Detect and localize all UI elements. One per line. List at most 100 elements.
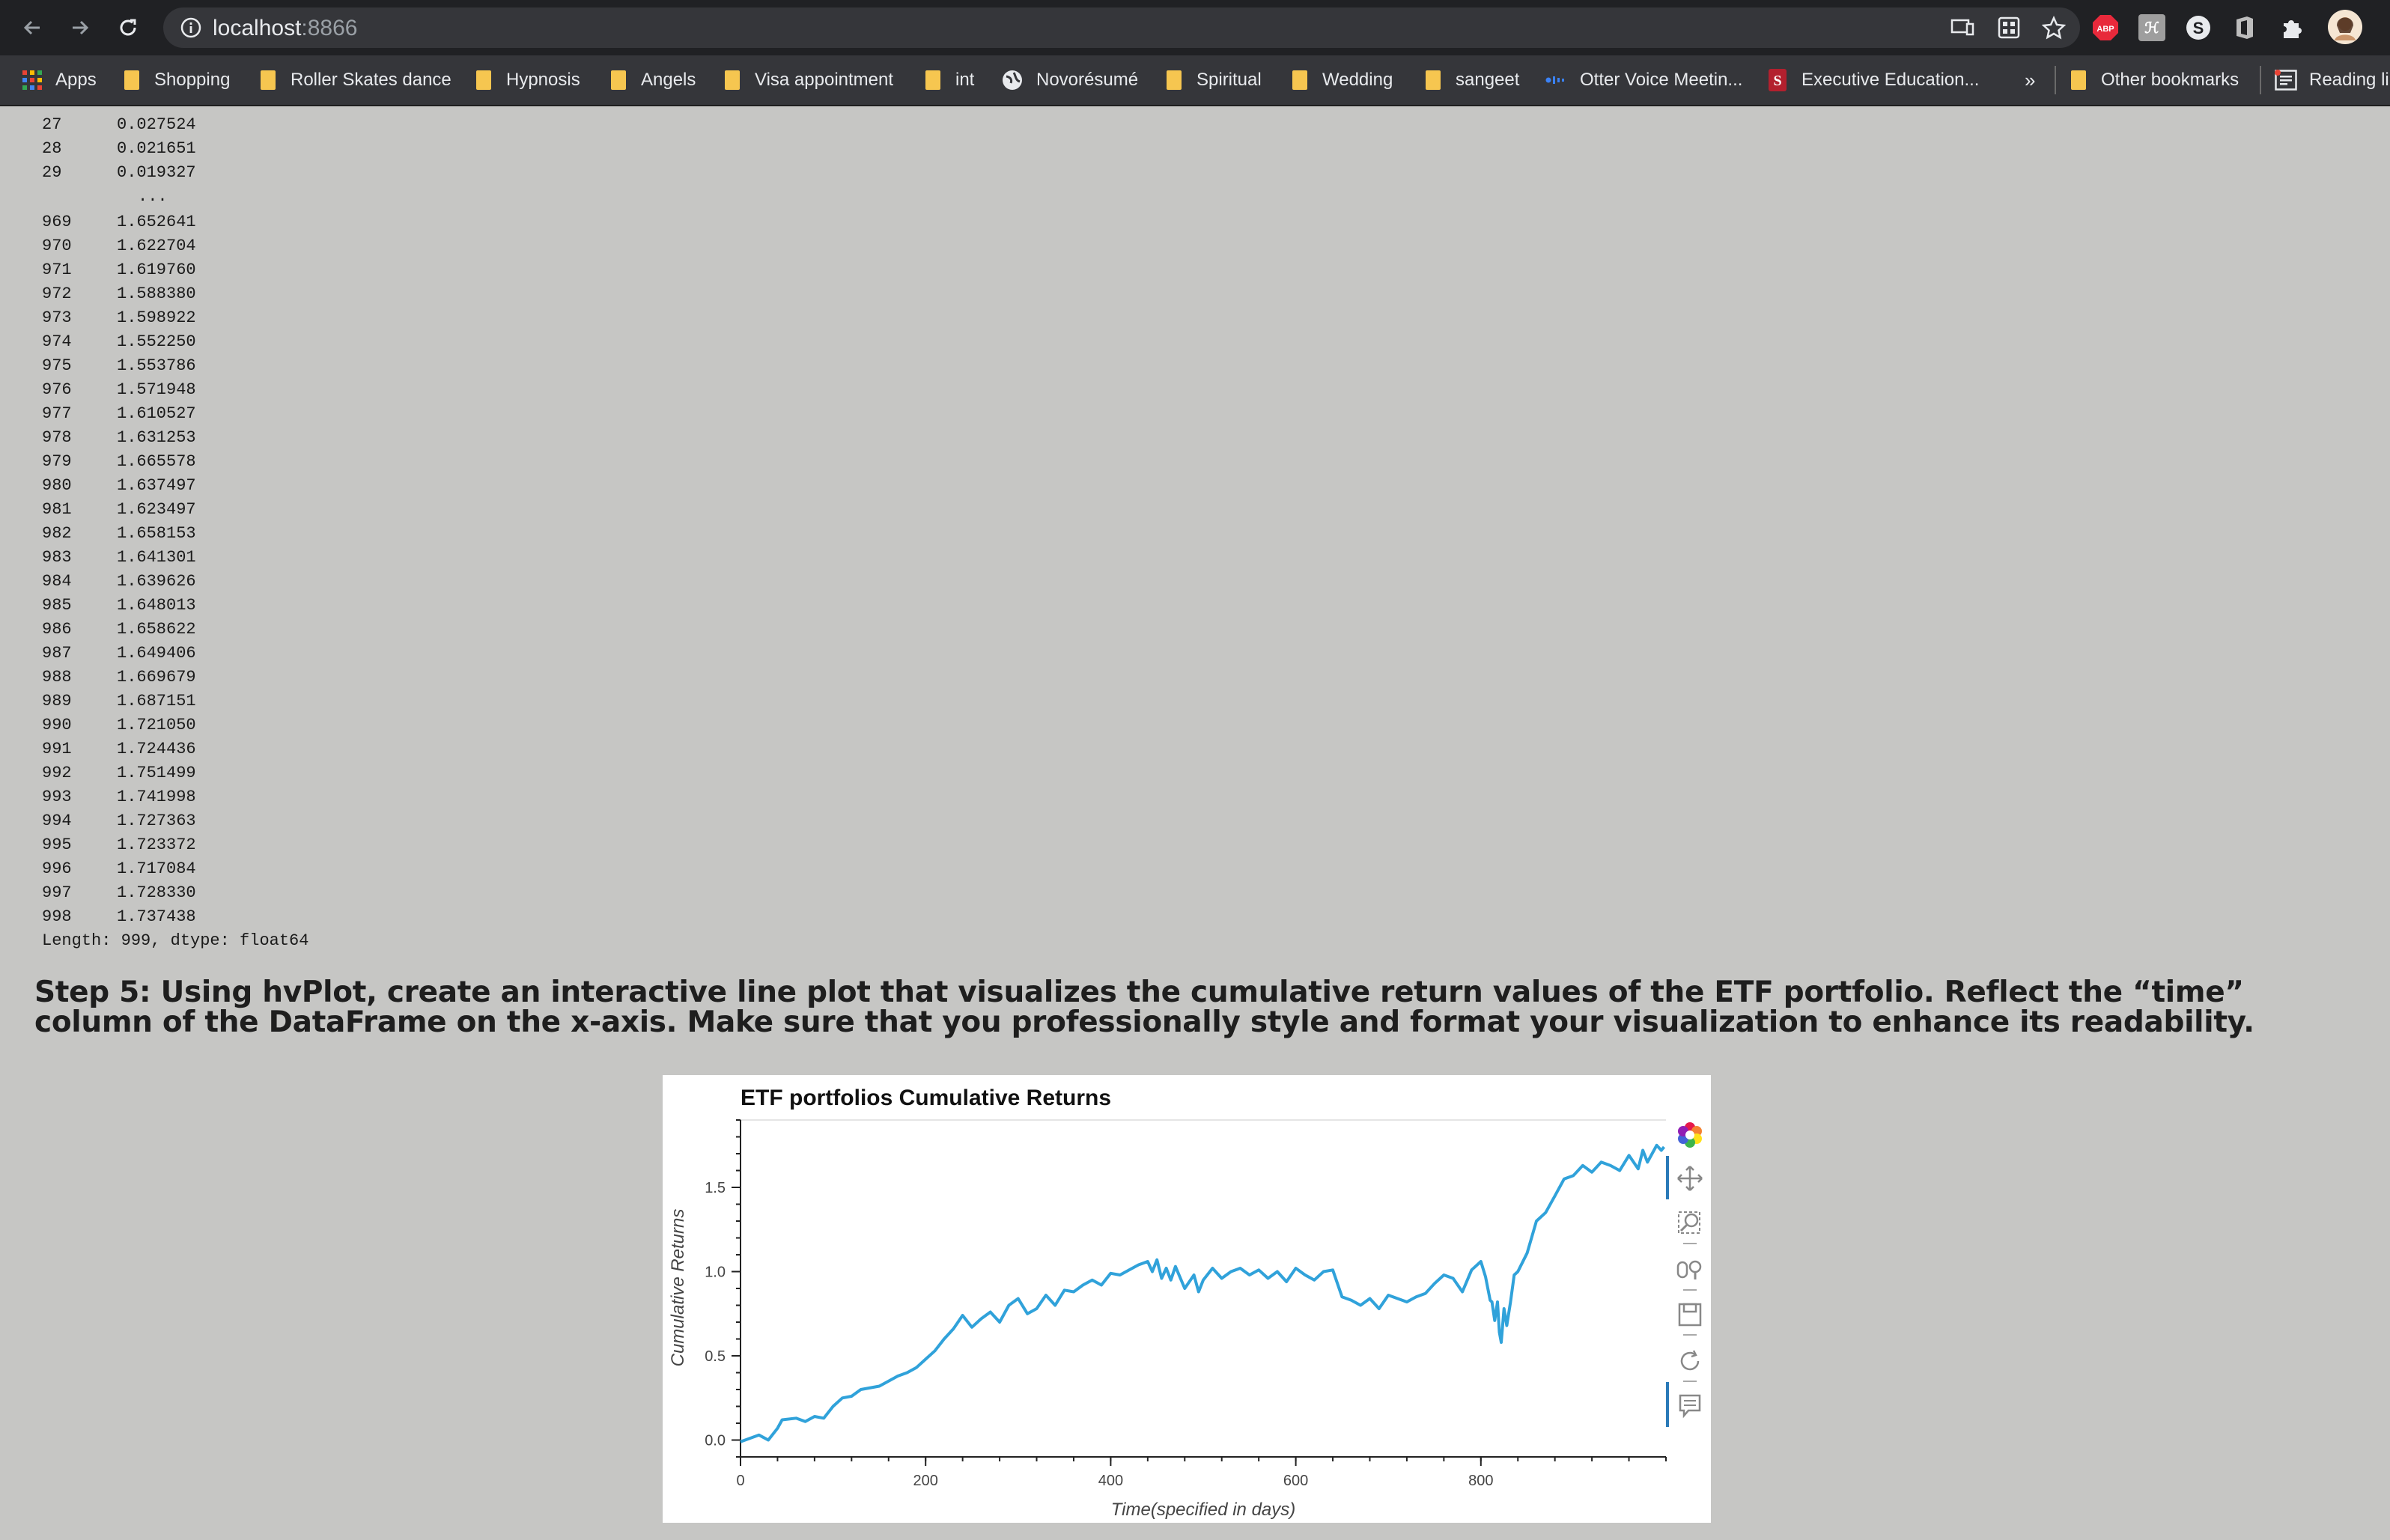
box-zoom-icon[interactable] [1675, 1208, 1705, 1238]
series-line-0 [740, 1143, 1666, 1443]
bookmark-hypnosis[interactable]: Hypnosis [476, 55, 580, 105]
y-tick-label: 1.5 [705, 1180, 726, 1196]
row-value: 1.652641 [117, 213, 196, 231]
row-value: 1.598922 [117, 308, 196, 327]
line-chart[interactable]: ETF portfolios Cumulative Returns 0 200 40… [663, 1075, 1711, 1523]
y-tick-label: 1.0 [705, 1264, 726, 1281]
toolbar-divider [1683, 1243, 1697, 1244]
step5-instruction: Step 5: Using hvPlot, create an interact… [34, 976, 2254, 1039]
url-port: :8866 [301, 16, 358, 40]
app-grid-icon[interactable] [1996, 15, 2022, 40]
bookmark-roller-skates-dance[interactable]: Roller Skates dance [261, 55, 451, 105]
clipped-row: 26 0.033900 [0, 105, 314, 114]
bookmark-label: Shopping [154, 70, 231, 90]
bookmarks-overflow-button[interactable]: » [2025, 55, 2035, 105]
bookmark-executive-education[interactable]: S Executive Education... [1769, 55, 1979, 105]
star-icon[interactable] [2041, 15, 2067, 40]
reload-button[interactable] [111, 10, 145, 45]
arrow-left-icon [23, 20, 40, 35]
series-row: 991 1.724436 [0, 740, 314, 764]
row-value: 1.622704 [117, 237, 196, 255]
folder-icon [2071, 70, 2086, 90]
bookmarks-bar: Apps Shopping Roller Skates dance Hypnos… [0, 55, 2390, 106]
row-index: 979 [42, 452, 72, 471]
row-value: 1.610527 [117, 404, 196, 423]
row-index: 997 [42, 883, 72, 902]
row-value: 0.021651 [117, 139, 196, 158]
x-tick-label: 400 [1098, 1473, 1123, 1489]
hvplot-figure[interactable]: ETF portfolios Cumulative Returns 0 200 40… [663, 1075, 1711, 1523]
abp-extension-icon[interactable]: ABP [2092, 14, 2119, 41]
bookmark-shopping[interactable]: Shopping [124, 55, 230, 105]
bookmark-apps[interactable]: Apps [22, 55, 97, 105]
folder-icon [261, 70, 276, 90]
avatar-icon[interactable] [2327, 9, 2363, 45]
series-row: 972 1.588380 [0, 284, 314, 308]
row-index: 972 [42, 284, 72, 303]
office-extension-icon[interactable] [2231, 14, 2258, 41]
series-row: 990 1.721050 [0, 716, 314, 740]
bookmark-int[interactable]: int [925, 55, 974, 105]
chart-title: ETF portfolios Cumulative Returns [741, 1086, 1111, 1110]
bookmark-novoresume[interactable]: Novorésumé [1002, 55, 1138, 105]
back-button[interactable] [15, 10, 49, 45]
series-row: 992 1.751499 [0, 764, 314, 788]
series-row: 980 1.637497 [0, 476, 314, 500]
y-tick-label: 0.5 [705, 1348, 726, 1365]
row-value: 1.723372 [117, 836, 196, 854]
reset-icon[interactable] [1675, 1346, 1705, 1376]
series-row: 970 1.622704 [0, 237, 314, 261]
series-row: 994 1.727363 [0, 812, 314, 836]
row-index: 996 [42, 859, 72, 878]
row-value: 1.637497 [117, 476, 196, 495]
folder-icon [725, 70, 740, 90]
folder-icon [1426, 70, 1441, 90]
save-icon[interactable] [1675, 1300, 1705, 1330]
toolbar-divider [1683, 1381, 1697, 1382]
y-axis-label: Cumulative Returns [668, 1209, 688, 1367]
row-index: 988 [42, 668, 72, 687]
row-index: 28 [42, 139, 62, 158]
bookmark-wedding[interactable]: Wedding [1292, 55, 1393, 105]
s-extension-icon[interactable]: S [2185, 14, 2212, 41]
bookmark-visa-appointment[interactable]: Visa appointment [725, 55, 893, 105]
translate-extension-icon[interactable]: ℋ [2138, 14, 2165, 41]
row-index: 998 [42, 907, 72, 926]
hover-icon[interactable] [1675, 1391, 1705, 1421]
row-index: 982 [42, 524, 72, 543]
row-value: 1.553786 [117, 356, 196, 375]
row-index: 977 [42, 404, 72, 423]
row-index: 973 [42, 308, 72, 327]
forward-button[interactable] [63, 10, 97, 45]
bookmark-spiritual[interactable]: Spiritual [1167, 55, 1262, 105]
row-index: 969 [42, 213, 72, 231]
row-value: 1.649406 [117, 644, 196, 663]
reading-list-button[interactable]: Reading li [2275, 55, 2389, 105]
bookmark-separator [2055, 66, 2056, 94]
series-length-line: Length: 999, dtype: float64 [42, 931, 309, 950]
row-value: 1.571948 [117, 380, 196, 399]
row-value: 1.665578 [117, 452, 196, 471]
info-icon[interactable] [180, 16, 202, 43]
bookmark-otter[interactable]: Otter Voice Meetin... [1545, 55, 1742, 105]
wheel-zoom-icon[interactable] [1675, 1255, 1705, 1285]
row-value: 1.619760 [117, 261, 196, 279]
ellipsis: ... [138, 187, 168, 206]
series-row: 976 1.571948 [0, 380, 314, 404]
cast-icon[interactable] [1950, 15, 1975, 40]
series-row: 28 0.021651 [0, 139, 314, 163]
bookmark-label: Otter Voice Meetin... [1580, 70, 1743, 90]
address-bar[interactable]: localhost:8866 [163, 7, 2080, 48]
bookmark-other-bookmarks[interactable]: Other bookmarks [2071, 55, 2239, 105]
bokeh-logo-icon[interactable] [1675, 1120, 1705, 1150]
folder-icon [1167, 70, 1182, 90]
reading-list-icon [2275, 70, 2297, 91]
pan-icon[interactable] [1675, 1163, 1705, 1193]
bookmark-angels[interactable]: Angels [611, 55, 696, 105]
puzzle-icon[interactable] [2278, 14, 2305, 41]
y-tick-label: 0.0 [705, 1433, 726, 1449]
bookmark-label: Other bookmarks [2101, 70, 2240, 90]
row-value: 1.727363 [117, 812, 196, 830]
row-value: 1.721050 [117, 716, 196, 734]
bookmark-sangeet[interactable]: sangeet [1426, 55, 1519, 105]
